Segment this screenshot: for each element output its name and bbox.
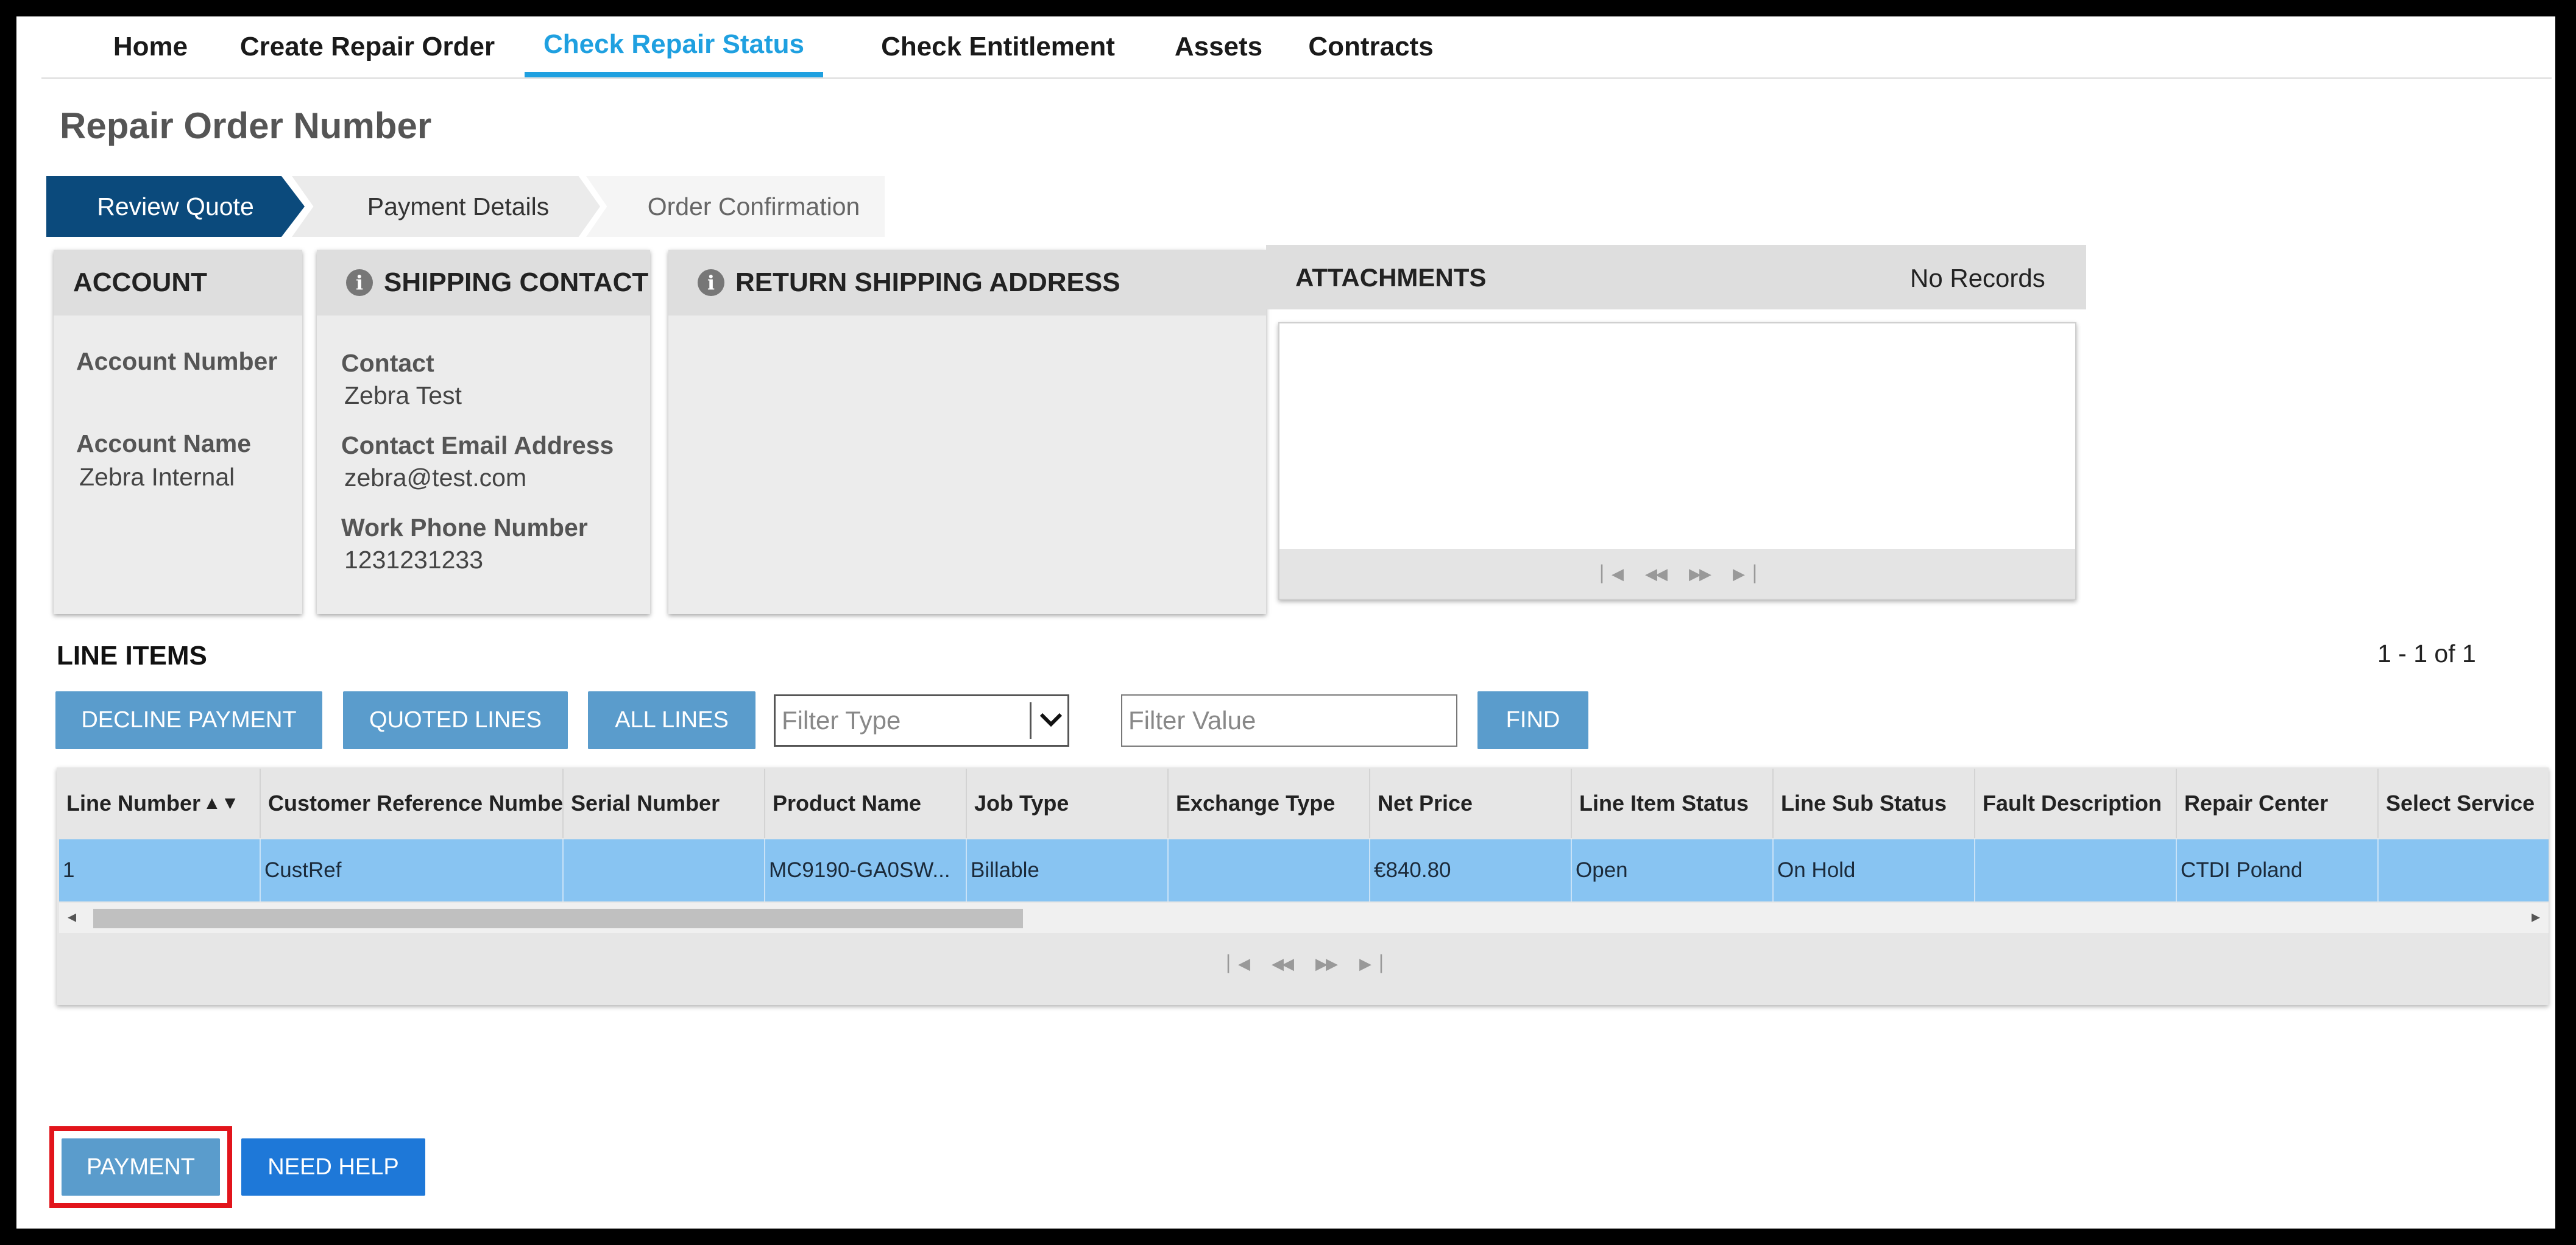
filter-type-placeholder: Filter Type — [782, 706, 901, 735]
line-items-grid: Line Number ▲▼ Customer Reference Number… — [57, 767, 2549, 1005]
grid-header-row: Line Number ▲▼ Customer Reference Number… — [59, 769, 2549, 838]
tab-assets[interactable]: Assets — [1158, 16, 1279, 77]
last-page-icon[interactable]: ▶▕ — [1359, 954, 1382, 973]
work-phone-label: Work Phone Number — [341, 513, 588, 541]
attachments-title: ATTACHMENTS — [1295, 263, 1487, 292]
tab-create-repair-order[interactable]: Create Repair Order — [224, 16, 511, 77]
column-header-serial-number[interactable]: Serial Number — [564, 769, 765, 838]
filter-type-select[interactable]: Filter Type — [774, 694, 1069, 747]
all-lines-button[interactable]: ALL LINES — [588, 691, 755, 749]
column-header-repair-center[interactable]: Repair Center — [2177, 769, 2379, 838]
cell-customer-reference-number: CustRef — [261, 839, 564, 901]
column-header-fault-description[interactable]: Fault Description — [1975, 769, 2177, 838]
column-header-select-service[interactable]: Select Service — [2379, 769, 2555, 838]
filter-value-placeholder: Filter Value — [1128, 706, 1256, 735]
page-title: Repair Order Number — [60, 105, 432, 146]
attachments-header: ATTACHMENTS No Records — [1266, 245, 2086, 309]
step-order-confirmation[interactable]: Order Confirmation — [586, 176, 885, 237]
column-header-label: Line Number — [66, 791, 201, 816]
grid-pager: ▏◀ ◀◀ ▶▶ ▶▕ — [59, 933, 2549, 994]
next-page-icon[interactable]: ▶▶ — [1315, 954, 1338, 973]
cell-net-price: €840.80 — [1370, 839, 1572, 901]
contact-label: Contact — [341, 349, 434, 377]
attachments-list: ▏◀ ◀◀ ▶▶ ▶▕ — [1278, 322, 2076, 600]
return-address-header: i RETURN SHIPPING ADDRESS — [668, 250, 1266, 316]
cell-select-service[interactable] — [2379, 839, 2555, 901]
info-icon[interactable]: i — [698, 269, 724, 296]
info-icon[interactable]: i — [346, 269, 373, 296]
return-address-header-label: RETURN SHIPPING ADDRESS — [735, 267, 1120, 297]
shipping-contact-header-label: SHIPPING CONTACT — [384, 267, 649, 297]
sort-icon[interactable]: ▲▼ — [203, 793, 239, 814]
cell-product-name: MC9190-GA0SW... — [765, 839, 967, 901]
scroll-left-icon[interactable]: ◂ — [68, 906, 76, 926]
cell-line-item-status: Open — [1572, 839, 1774, 901]
account-card-header: ACCOUNT — [54, 250, 302, 316]
line-items-title: LINE ITEMS — [57, 641, 207, 671]
decline-payment-button[interactable]: DECLINE PAYMENT — [55, 691, 322, 749]
app-window: Home Create Repair Order Check Repair St… — [16, 16, 2555, 1229]
step-review-quote[interactable]: Review Quote — [46, 176, 305, 237]
first-page-icon[interactable]: ▏◀ — [1601, 565, 1624, 584]
cell-fault-description — [1975, 839, 2177, 901]
table-row[interactable]: 1 CustRef MC9190-GA0SW... Billable €840.… — [59, 839, 2549, 901]
last-page-icon[interactable]: ▶▕ — [1733, 565, 1755, 584]
first-page-icon[interactable]: ▏◀ — [1228, 954, 1250, 973]
quoted-lines-button[interactable]: QUOTED LINES — [343, 691, 568, 749]
tab-home[interactable]: Home — [90, 16, 211, 77]
column-header-line-sub-status[interactable]: Line Sub Status — [1774, 769, 1975, 838]
find-button[interactable]: FIND — [1477, 691, 1588, 749]
cell-serial-number — [564, 839, 765, 901]
column-header-product-name[interactable]: Product Name — [765, 769, 967, 838]
cell-line-number: 1 — [59, 839, 261, 901]
contact-value: Zebra Test — [344, 381, 462, 409]
column-header-customer-reference-number[interactable]: Customer Reference Number — [261, 769, 564, 838]
prev-page-icon[interactable]: ◀◀ — [1645, 565, 1668, 584]
account-number-label: Account Number — [76, 347, 278, 375]
cell-line-sub-status: On Hold — [1774, 839, 1975, 901]
attachments-pager: ▏◀ ◀◀ ▶▶ ▶▕ — [1279, 549, 2075, 599]
tab-check-entitlement[interactable]: Check Entitlement — [833, 16, 1162, 77]
payment-button[interactable]: PAYMENT — [62, 1138, 220, 1196]
account-header-label: ACCOUNT — [73, 267, 207, 297]
shipping-contact-card: i SHIPPING CONTACT Contact Zebra Test Co… — [317, 250, 650, 614]
cell-repair-center: CTDI Poland — [2177, 839, 2379, 901]
account-name-label: Account Name — [76, 429, 252, 457]
next-page-icon[interactable]: ▶▶ — [1689, 565, 1711, 584]
chevron-down-icon[interactable] — [1039, 711, 1063, 729]
account-name-value: Zebra Internal — [79, 463, 235, 491]
return-shipping-address-card: i RETURN SHIPPING ADDRESS — [668, 250, 1266, 614]
column-header-job-type[interactable]: Job Type — [967, 769, 1169, 838]
work-phone-value: 1231231233 — [344, 546, 484, 574]
filter-value-input[interactable]: Filter Value — [1121, 694, 1457, 747]
horizontal-scrollbar[interactable]: ◂ ▸ — [59, 903, 2549, 933]
top-navigation: Home Create Repair Order Check Repair St… — [41, 16, 2552, 79]
tab-contracts[interactable]: Contracts — [1292, 16, 1450, 77]
scroll-right-icon[interactable]: ▸ — [2532, 906, 2540, 926]
contact-email-label: Contact Email Address — [341, 431, 614, 459]
page-count: 1 - 1 of 1 — [2377, 640, 2476, 668]
attachments-status: No Records — [1910, 264, 2045, 292]
account-card: ACCOUNT Account Number Account Name Zebr… — [54, 250, 302, 614]
need-help-button[interactable]: NEED HELP — [241, 1138, 425, 1196]
scrollbar-thumb[interactable] — [93, 909, 1023, 928]
cell-job-type: Billable — [967, 839, 1169, 901]
column-header-exchange-type[interactable]: Exchange Type — [1169, 769, 1370, 838]
contact-email-value: zebra@test.com — [344, 464, 527, 492]
select-divider — [1030, 702, 1031, 739]
cell-exchange-type — [1169, 839, 1370, 901]
prev-page-icon[interactable]: ◀◀ — [1272, 954, 1294, 973]
column-header-net-price[interactable]: Net Price — [1370, 769, 1572, 838]
column-header-line-number[interactable]: Line Number ▲▼ — [59, 769, 261, 838]
tab-check-repair-status[interactable]: Check Repair Status — [525, 16, 823, 77]
shipping-contact-header: i SHIPPING CONTACT — [317, 250, 650, 316]
column-header-line-item-status[interactable]: Line Item Status — [1572, 769, 1774, 838]
step-payment-details[interactable]: Payment Details — [292, 176, 600, 237]
